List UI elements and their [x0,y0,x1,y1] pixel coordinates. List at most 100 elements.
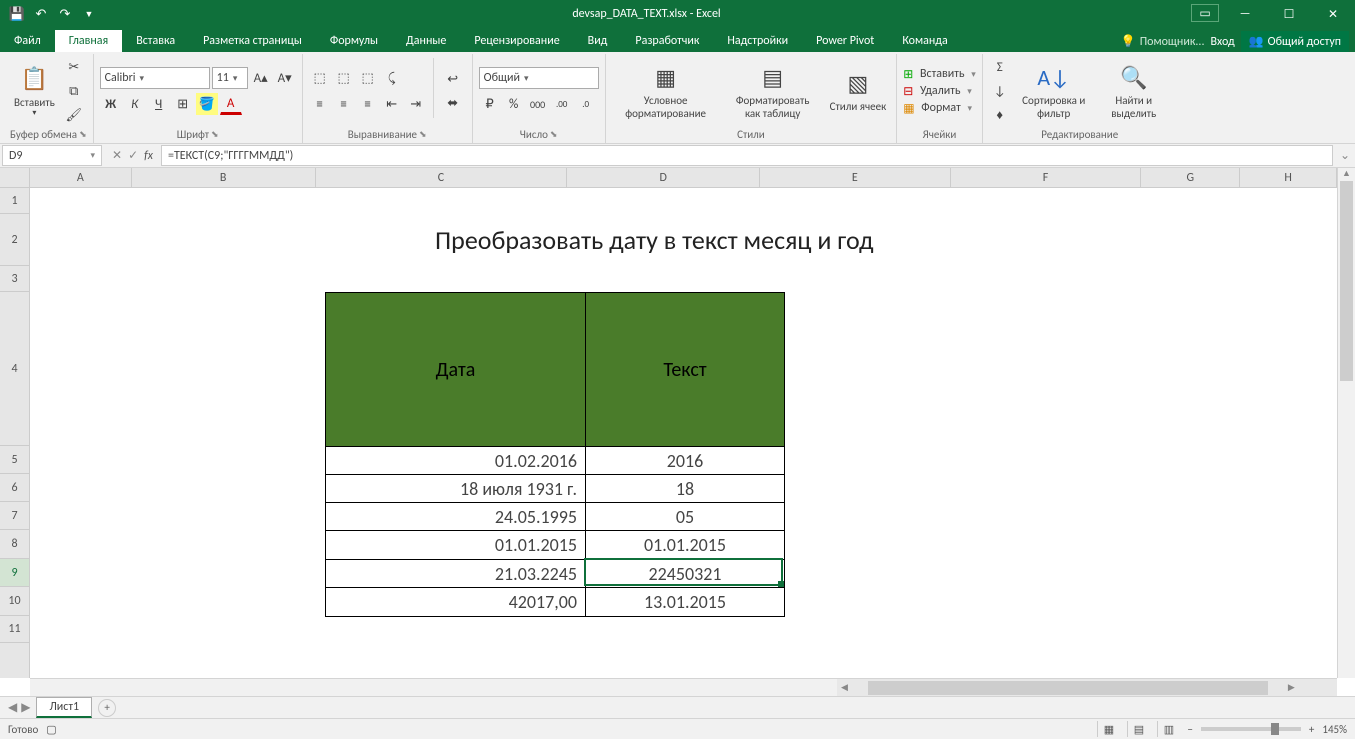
autosum-button[interactable]: Σ [989,56,1011,78]
tab-данные[interactable]: Данные [392,30,460,52]
col-header-B[interactable]: B [132,168,316,187]
zoom-in-button[interactable]: + [1309,723,1314,736]
vertical-scrollbar[interactable]: ▲ [1337,168,1355,678]
align-left-button[interactable]: ≡ [309,93,331,115]
table-cell[interactable]: 42017,00 [326,588,586,617]
table-cell[interactable]: 05 [586,503,785,531]
redo-icon[interactable]: ↷ [54,3,76,25]
tab-главная[interactable]: Главная [55,30,122,52]
col-header-G[interactable]: G [1141,168,1240,187]
col-header-F[interactable]: F [951,168,1142,187]
row-header-3[interactable]: 3 [0,266,29,292]
table-cell[interactable]: 01.01.2015 [586,531,785,560]
table-cell[interactable]: 2016 [586,447,785,475]
increase-font-button[interactable]: A▴ [250,67,272,89]
horizontal-scrollbar[interactable]: ◀▶ [30,678,1337,696]
minimize-button[interactable]: — [1223,0,1267,28]
col-header-C[interactable]: C [316,168,568,187]
align-middle-button[interactable]: ⬚ [333,67,355,89]
tab-надстройки[interactable]: Надстройки [713,30,802,52]
clear-button[interactable]: ♦ [989,104,1011,126]
qat-customize-icon[interactable]: ▼ [78,3,100,25]
expand-formula-bar-icon[interactable]: ⌄ [1335,144,1355,167]
decrease-decimal-button[interactable]: .0 [575,93,597,115]
table-cell[interactable]: 21.03.2245 [326,560,586,588]
increase-decimal-button[interactable]: .00 [551,93,573,115]
tab-разработчик[interactable]: Разработчик [621,30,713,52]
tab-команда[interactable]: Команда [888,30,961,52]
tab-рецензирование[interactable]: Рецензирование [460,30,573,52]
table-cell[interactable]: 01.02.2016 [326,447,586,475]
zoom-out-button[interactable]: − [1187,723,1192,736]
login-link[interactable]: Вход [1210,35,1234,49]
row-header-8[interactable]: 8 [0,530,29,559]
decrease-font-button[interactable]: A▾ [274,67,296,89]
italic-button[interactable]: К [124,93,146,115]
orientation-button[interactable]: ⤹ [381,67,403,89]
col-header-H[interactable]: H [1240,168,1337,187]
fill-button[interactable]: ↓ [989,80,1011,102]
col-header-D[interactable]: D [567,168,760,187]
font-name-select[interactable]: Calibri▾ [100,67,210,89]
format-cells-button[interactable]: ▦ Формат ▾ [903,101,976,116]
undo-icon[interactable]: ↶ [30,3,52,25]
accept-formula-icon[interactable]: ✓ [128,148,138,163]
zoom-value[interactable]: 145% [1322,723,1347,736]
tab-формулы[interactable]: Формулы [316,30,392,52]
cut-button[interactable]: ✂ [63,56,85,78]
paste-button[interactable]: 📋 Вставить ▾ [10,56,59,126]
format-as-table-button[interactable]: ▤ Форматировать как таблицу [724,56,822,126]
comma-format-button[interactable]: 000 [527,93,549,115]
table-cell[interactable]: 22450321 [586,560,785,588]
find-select-button[interactable]: 🔍 Найти и выделить [1097,56,1171,126]
cancel-formula-icon[interactable]: ✕ [112,148,122,163]
borders-button[interactable]: ⊞ [172,93,194,115]
fill-color-button[interactable]: 🪣 [196,93,218,115]
add-sheet-button[interactable]: + [98,699,116,717]
save-icon[interactable]: 💾 [6,3,28,25]
table-cell[interactable]: 24.05.1995 [326,503,586,531]
row-header-5[interactable]: 5 [0,446,29,474]
align-bottom-button[interactable]: ⬚ [357,67,379,89]
clipboard-launcher-icon[interactable]: ⬊ [79,129,87,140]
share-button[interactable]: 👥Общий доступ [1241,31,1349,52]
row-header-7[interactable]: 7 [0,502,29,530]
col-header-A[interactable]: A [30,168,132,187]
normal-view-button[interactable]: ▦ [1097,721,1119,737]
sort-filter-button[interactable]: A↓ Сортировка и фильтр [1015,56,1093,126]
increase-indent-button[interactable]: ⇥ [405,93,427,115]
tell-me-input[interactable]: 💡 Помощник... [1121,34,1205,49]
tab-file[interactable]: Файл [0,30,55,52]
number-launcher-icon[interactable]: ⬊ [550,129,558,140]
select-all-corner[interactable] [0,168,30,188]
zoom-slider[interactable] [1201,727,1301,731]
fx-icon[interactable]: fx [144,149,153,163]
table-cell[interactable]: 01.01.2015 [326,531,586,560]
row-header-4[interactable]: 4 [0,292,29,446]
table-cell[interactable]: 18 июля 1931 г. [326,475,586,503]
page-break-view-button[interactable]: ▥ [1157,721,1179,737]
cell-styles-button[interactable]: ▧ Стили ячеек [826,56,891,126]
font-size-select[interactable]: 11▾ [212,67,248,89]
table-cell[interactable]: 13.01.2015 [586,588,785,617]
tab-power-pivot[interactable]: Power Pivot [802,30,888,52]
sheet-tab-1[interactable]: Лист1 [36,697,92,718]
percent-format-button[interactable]: % [503,93,525,115]
page-layout-view-button[interactable]: ▤ [1127,721,1149,737]
ribbon-options-icon[interactable]: ▭ [1191,4,1219,22]
tab-вид[interactable]: Вид [574,30,622,52]
wrap-text-button[interactable]: ↩ [440,68,466,90]
name-box[interactable]: D9▾ [2,145,102,166]
merge-button[interactable]: ⬌ [440,92,466,114]
delete-cells-button[interactable]: ⊟ Удалить ▾ [903,84,976,99]
insert-cells-button[interactable]: ⊞ Вставить ▾ [903,67,976,82]
decrease-indent-button[interactable]: ⇤ [381,93,403,115]
underline-button[interactable]: Ч [148,93,170,115]
format-painter-button[interactable]: 🖌 [63,104,85,126]
row-header-9[interactable]: 9 [0,559,29,587]
bold-button[interactable]: Ж [100,93,122,115]
col-header-E[interactable]: E [760,168,951,187]
tab-вставка[interactable]: Вставка [122,30,189,52]
conditional-formatting-button[interactable]: ▦ Условное форматирование [612,56,720,126]
row-header-1[interactable]: 1 [0,188,29,214]
